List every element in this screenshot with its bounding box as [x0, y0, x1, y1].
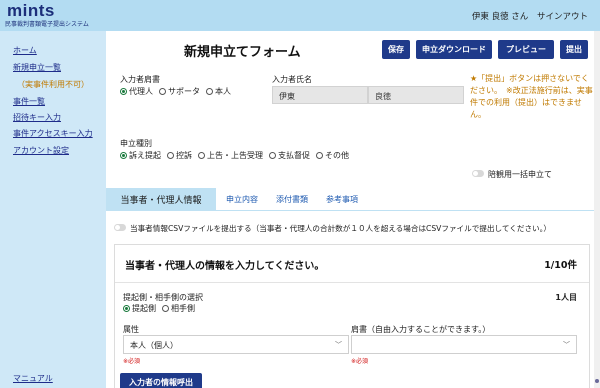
scroll-thumb[interactable]	[595, 379, 599, 383]
role-radio-group: 代理人 サポータ 本人	[120, 86, 231, 97]
user-area: 伊東 良徳 さん サインアウト	[466, 10, 588, 22]
sidebar: ホーム 新規申立一覧 （実事件利用不可） 事件一覧 招待キー入力 事件アクセスキ…	[0, 31, 106, 388]
radio-icon	[167, 152, 174, 159]
type-option-final-appeal[interactable]: 上告・上告受理	[198, 150, 263, 161]
sidebar-item-new-list[interactable]: 新規申立一覧	[13, 62, 61, 73]
notice-text: ★「提出」ボタンは押さないでください。 ※改正法施行前は、実事件での利用（提出）…	[470, 74, 593, 119]
first-name-field[interactable]: 良徳	[368, 86, 464, 104]
csv-toggle-label: 当事者情報CSVファイルを提出する（当事者・代理人の合計数が１０人を超える場合は…	[130, 224, 552, 233]
preview-button[interactable]: プレビュー	[498, 40, 554, 59]
top-bar: mints 民事裁判書類電子提出システム 伊東 良徳 さん サインアウト	[0, 0, 600, 31]
type-option-appeal[interactable]: 控訴	[167, 150, 192, 161]
chevron-down-icon: ﹀	[335, 341, 342, 349]
download-button[interactable]: 申立ダウンロード	[416, 40, 492, 59]
bulk-toggle[interactable]	[472, 170, 484, 177]
title-label: 肩書（自由入力することができます。）	[351, 325, 491, 334]
page-title: 新規申立てフォーム	[184, 45, 301, 60]
person-count: 1人目	[555, 293, 577, 302]
radio-icon	[162, 305, 169, 312]
attribute-select-value: 本人（個人）	[130, 341, 178, 350]
bulk-toggle-label: 陪観用一括申立て	[488, 170, 552, 179]
side-select-label: 提起側・相手側の選択	[123, 293, 203, 302]
sidebar-item-access-key[interactable]: 事件アクセスキー入力	[13, 128, 93, 139]
main-content: 新規申立てフォーム 保存 申立ダウンロード プレビュー 提出 入力者肩書 代理人…	[106, 31, 600, 388]
side-radio-group: 提起側 相手側	[123, 303, 195, 314]
sidebar-item-home[interactable]: ホーム	[13, 45, 37, 56]
type-label: 申立種別	[120, 139, 152, 148]
radio-selected-icon	[123, 305, 130, 312]
radio-icon	[316, 152, 323, 159]
name-label: 入力者氏名	[272, 75, 312, 84]
sidebar-item-cases[interactable]: 事件一覧	[13, 96, 45, 107]
tab-bar: 当事者・代理人情報 申立内容 添付書類 参考事項	[106, 188, 600, 210]
sidebar-item-account[interactable]: アカウント設定	[13, 145, 69, 156]
type-option-suit[interactable]: 訴え提起	[120, 150, 161, 161]
tab-content[interactable]: 申立内容	[220, 188, 264, 210]
chevron-down-icon: ﹀	[563, 341, 570, 349]
user-name: 伊東 良徳 さん	[471, 12, 529, 22]
sidebar-note-not-available: （実事件利用不可）	[17, 80, 89, 89]
side-option-plaintiff[interactable]: 提起側	[123, 303, 156, 314]
role-option-agent[interactable]: 代理人	[120, 86, 153, 97]
party-card-title: 当事者・代理人の情報を入力してください。	[125, 261, 325, 272]
lookup-button[interactable]: 入力者の情報呼出	[120, 373, 202, 388]
tab-divider	[106, 210, 594, 211]
save-button[interactable]: 保存	[382, 40, 410, 59]
party-card-count: 1/10件	[544, 260, 577, 271]
title-required: ※必須	[351, 358, 369, 365]
radio-icon	[159, 88, 166, 95]
role-option-self[interactable]: 本人	[206, 86, 231, 97]
scrollbar[interactable]	[594, 31, 600, 388]
attribute-required: ※必須	[123, 358, 141, 365]
sidebar-item-manual[interactable]: マニュアル	[13, 373, 53, 384]
radio-icon	[269, 152, 276, 159]
app-logo[interactable]: mints	[7, 1, 55, 21]
csv-toggle[interactable]	[114, 224, 126, 231]
role-label: 入力者肩書	[120, 75, 160, 84]
tab-attachments[interactable]: 添付書類	[270, 188, 314, 210]
role-option-supporter[interactable]: サポータ	[159, 86, 200, 97]
title-select[interactable]: ﹀	[351, 335, 577, 354]
type-radio-group: 訴え提起 控訴 上告・上告受理 支払督促 その他	[120, 150, 349, 161]
tab-references[interactable]: 参考事項	[320, 188, 364, 210]
tab-parties[interactable]: 当事者・代理人情報	[106, 188, 216, 210]
attribute-select[interactable]: 本人（個人） ﹀	[123, 335, 349, 354]
radio-icon	[198, 152, 205, 159]
last-name-field[interactable]: 伊東	[272, 86, 368, 104]
radio-selected-icon	[120, 152, 127, 159]
app-logo-subtitle: 民事裁判書類電子提出システム	[5, 21, 89, 28]
party-card: 当事者・代理人の情報を入力してください。 1/10件 提起側・相手側の選択 1人…	[114, 244, 590, 388]
sidebar-item-invite-key[interactable]: 招待キー入力	[13, 112, 61, 123]
type-option-payment-order[interactable]: 支払督促	[269, 150, 310, 161]
side-option-defendant[interactable]: 相手側	[162, 303, 195, 314]
submit-button[interactable]: 提出	[560, 40, 588, 59]
radio-icon	[206, 88, 213, 95]
party-card-header: 当事者・代理人の情報を入力してください。 1/10件	[115, 245, 589, 283]
radio-selected-icon	[120, 88, 127, 95]
signout-link[interactable]: サインアウト	[537, 12, 588, 22]
attribute-label: 属性	[123, 325, 139, 334]
type-option-other[interactable]: その他	[316, 150, 349, 161]
